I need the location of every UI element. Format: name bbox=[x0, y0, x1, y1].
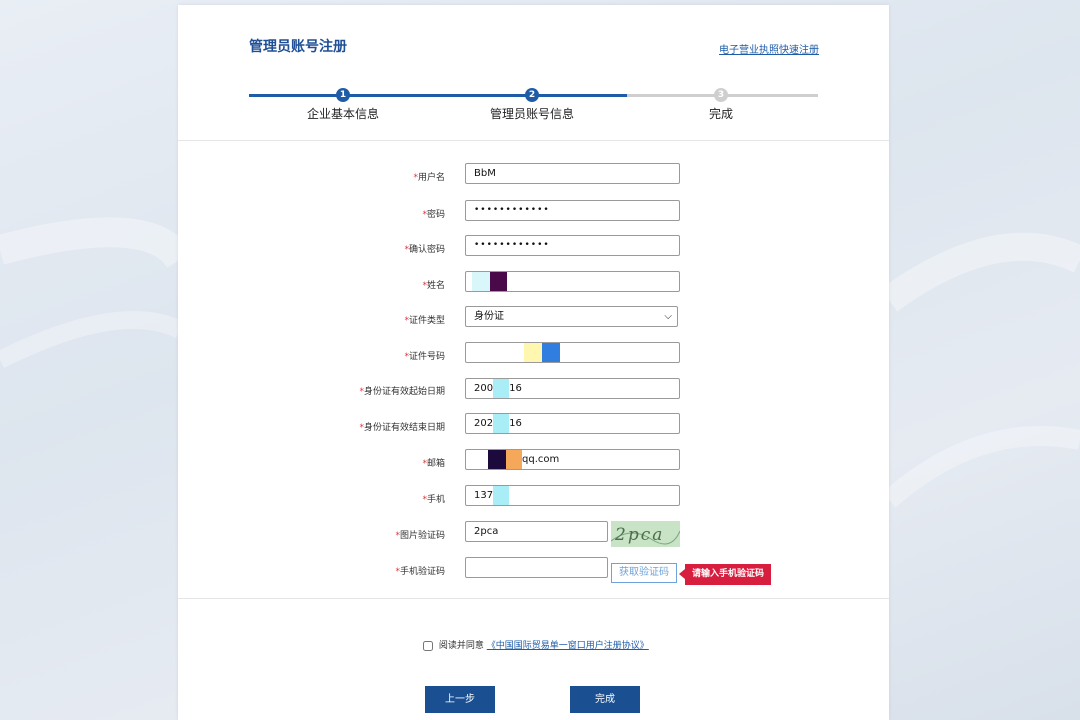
step-2-label: 管理员账号信息 bbox=[489, 107, 574, 121]
prev-step-button[interactable]: 上一步 bbox=[425, 686, 495, 713]
divider bbox=[178, 140, 889, 141]
redacted-block bbox=[524, 343, 542, 362]
sms-error-tooltip: 请输入手机验证码 bbox=[678, 564, 772, 585]
step-1-label: 企业基本信息 bbox=[306, 107, 379, 121]
phone-input[interactable]: 137 bbox=[465, 485, 680, 506]
get-sms-code-button[interactable]: 获取验证码 bbox=[611, 563, 677, 583]
id-end-date-label: *身份证有效结束日期 bbox=[359, 423, 445, 433]
step-track-done bbox=[249, 94, 627, 97]
username-label: *用户名 bbox=[413, 173, 445, 183]
redacted-block bbox=[493, 414, 510, 433]
name-input[interactable] bbox=[465, 271, 680, 292]
sms-code-input[interactable] bbox=[465, 557, 608, 578]
id-number-label: *证件号码 bbox=[404, 352, 445, 362]
redacted-block bbox=[493, 486, 510, 505]
captcha-image[interactable]: 2pca bbox=[611, 521, 680, 547]
agreement-checkbox[interactable] bbox=[423, 640, 433, 651]
redacted-block bbox=[495, 164, 538, 183]
id-number-input[interactable] bbox=[465, 342, 680, 363]
svg-text:2pca: 2pca bbox=[614, 525, 664, 545]
id-start-date-label: *身份证有效起始日期 bbox=[359, 387, 445, 397]
redacted-block bbox=[493, 379, 510, 398]
username-input[interactable]: BbM bbox=[465, 163, 680, 184]
chevron-down-icon: ⌵ bbox=[664, 311, 672, 322]
agreement-link[interactable]: 《中国国际贸易单一窗口用户注册协议》 bbox=[487, 641, 649, 651]
divider bbox=[178, 598, 889, 599]
step-3-label: 完成 bbox=[708, 107, 733, 121]
agreement-text: 阅读并同意 bbox=[438, 641, 484, 651]
agreement-row: 阅读并同意 《中国国际贸易单一窗口用户注册协议》 bbox=[423, 638, 649, 651]
quick-register-link[interactable]: 电子营业执照快速注册 bbox=[719, 41, 819, 56]
password-input[interactable]: •••••••••••• bbox=[465, 200, 680, 221]
name-label: *姓名 bbox=[422, 281, 445, 291]
id-type-select[interactable]: 身份证 ⌵ bbox=[465, 306, 678, 327]
image-captcha-label: *图片验证码 bbox=[395, 531, 445, 541]
redacted-block bbox=[488, 450, 506, 469]
sms-code-label: *手机验证码 bbox=[395, 567, 445, 577]
image-captcha-input[interactable]: 2pca bbox=[465, 521, 608, 542]
registration-panel: 管理员账号注册 电子营业执照快速注册 1 2 3 企业基本信息 管理员账号信息 … bbox=[178, 5, 889, 720]
password-label: *密码 bbox=[422, 210, 445, 220]
page-title: 管理员账号注册 bbox=[249, 39, 347, 55]
confirm-password-label: *确认密码 bbox=[404, 245, 445, 255]
finish-button[interactable]: 完成 bbox=[570, 686, 640, 713]
redacted-block bbox=[506, 450, 522, 469]
phone-label: *手机 bbox=[422, 495, 445, 505]
id-type-label: *证件类型 bbox=[404, 316, 445, 326]
step-2-dot: 2 bbox=[525, 88, 539, 102]
redacted-block bbox=[490, 272, 507, 291]
email-label: *邮箱 bbox=[422, 459, 445, 469]
confirm-password-input[interactable]: •••••••••••• bbox=[465, 235, 680, 256]
id-start-date-input[interactable]: 200 16 bbox=[465, 378, 680, 399]
id-end-date-input[interactable]: 202 16 bbox=[465, 413, 680, 434]
step-1-dot: 1 bbox=[336, 88, 350, 102]
captcha-graphic: 2pca bbox=[611, 525, 680, 545]
redacted-block bbox=[472, 272, 490, 291]
email-input[interactable]: qq.com bbox=[465, 449, 680, 470]
step-3-dot: 3 bbox=[714, 88, 728, 102]
redacted-block bbox=[542, 343, 560, 362]
